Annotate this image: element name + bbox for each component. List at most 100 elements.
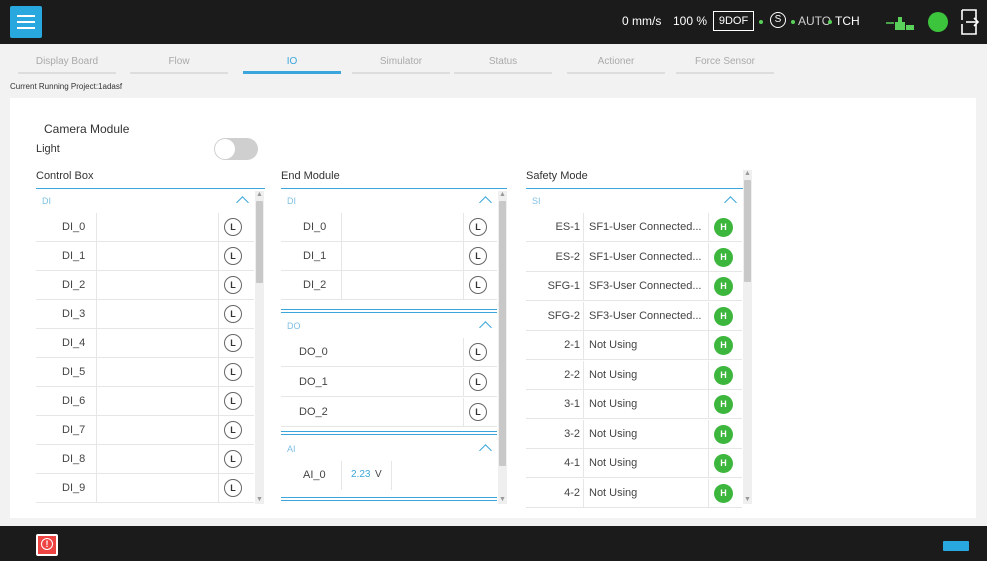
alert-icon[interactable]: ! — [36, 534, 58, 556]
io-row: DI_1 L — [281, 242, 497, 271]
chevron-up-icon[interactable] — [724, 194, 736, 206]
low-level-button[interactable]: L — [224, 218, 242, 236]
column-divider — [708, 242, 709, 272]
scroll-down-icon[interactable]: ▼ — [743, 496, 752, 504]
safety-desc: Not Using — [589, 486, 638, 499]
io-name: DI_1 — [303, 250, 327, 262]
safety-id: 3-1 — [564, 398, 580, 410]
tab-status[interactable]: Status — [454, 44, 552, 78]
low-level-button[interactable]: L — [224, 334, 242, 352]
ai-value: 2.23 — [351, 469, 371, 480]
low-level-button[interactable]: L — [224, 363, 242, 381]
mode-indicator[interactable]: AUTO — [791, 14, 831, 28]
end-module-do-header[interactable]: DO — [281, 316, 497, 338]
tab-simulator[interactable]: Simulator — [352, 44, 450, 78]
column-divider — [583, 331, 584, 360]
io-name: DO_0 — [299, 346, 328, 358]
speed-readout: 0 mm/s — [622, 14, 662, 28]
io-name: DI_2 — [62, 279, 86, 291]
safety-id: 3-2 — [564, 427, 580, 440]
low-level-button[interactable]: L — [224, 305, 242, 323]
chevron-up-icon[interactable] — [236, 194, 248, 206]
logout-icon[interactable] — [958, 8, 980, 36]
toggle-knob — [215, 139, 235, 159]
safety-row: 2-1 Not Using H — [526, 331, 742, 360]
safety-row: 3-2 Not Using H — [526, 419, 742, 449]
io-row: DI_0 L — [281, 213, 497, 242]
chevron-up-icon[interactable] — [479, 319, 491, 331]
safety-row: SFG-1 SF3-User Connected... H — [526, 272, 742, 301]
safety-id: SFG-1 — [547, 280, 580, 292]
scroll-up-icon[interactable]: ▲ — [255, 191, 264, 199]
end-module-scrollbar[interactable]: ▲ ▼ — [498, 191, 507, 504]
low-level-button[interactable]: L — [469, 403, 487, 421]
safety-id: 2-2 — [564, 368, 580, 381]
column-divider — [218, 474, 219, 503]
control-box-di-header[interactable]: DI — [36, 191, 254, 213]
scroll-thumb[interactable] — [499, 201, 506, 466]
low-level-button[interactable]: L — [469, 373, 487, 391]
control-box-scrollbar[interactable]: ▲ ▼ — [255, 191, 264, 504]
safety-desc: SF1-User Connected... — [589, 250, 702, 263]
keyboard-icon[interactable] — [943, 541, 969, 551]
column-divider — [583, 242, 584, 272]
safety-id: 2-1 — [564, 339, 580, 351]
scroll-down-icon[interactable]: ▼ — [255, 496, 264, 504]
safety-mode-scrollbar[interactable]: ▲ ▼ — [743, 170, 752, 504]
scroll-up-icon[interactable]: ▲ — [743, 170, 752, 178]
low-level-button[interactable]: L — [469, 247, 487, 265]
scroll-thumb[interactable] — [256, 201, 263, 283]
tab-force-sensor[interactable]: Force Sensor — [676, 44, 774, 78]
high-level-indicator: H — [714, 218, 733, 237]
low-level-button[interactable]: L — [469, 218, 487, 236]
column-divider — [708, 213, 709, 242]
column-divider — [218, 358, 219, 387]
io-row: DI_6 L — [36, 387, 254, 416]
tab-io[interactable]: IO — [243, 44, 341, 78]
io-row: DO_1 L — [281, 368, 497, 397]
scroll-thumb[interactable] — [744, 180, 751, 282]
low-level-button[interactable]: L — [224, 392, 242, 410]
coordinate-indicator[interactable]: TCH — [828, 14, 860, 28]
column-divider — [708, 419, 709, 449]
tab-flow[interactable]: Flow — [130, 44, 228, 78]
menu-icon[interactable] — [10, 6, 42, 38]
io-name: DO_2 — [299, 406, 328, 418]
safety-id: SFG-2 — [547, 309, 580, 322]
tab-actioner[interactable]: Actioner — [567, 44, 665, 78]
safety-row: ES-1 SF1-User Connected... H — [526, 213, 742, 242]
scroll-up-icon[interactable]: ▲ — [498, 191, 507, 199]
column-divider — [583, 449, 584, 478]
chevron-up-icon[interactable] — [479, 194, 491, 206]
low-level-button[interactable]: L — [224, 450, 242, 468]
low-level-button[interactable]: L — [469, 343, 487, 361]
light-toggle[interactable] — [214, 138, 258, 160]
safety-desc: SF3-User Connected... — [589, 309, 702, 322]
status-indicator-icon[interactable] — [928, 12, 948, 32]
scroll-down-icon[interactable]: ▼ — [498, 496, 507, 504]
control-box-underline — [36, 188, 265, 189]
io-name: DI_9 — [62, 482, 86, 494]
ai-unit: V — [375, 469, 382, 480]
group-label: DI — [287, 196, 296, 206]
io-row: DI_7 L — [36, 416, 254, 445]
low-level-button[interactable]: L — [224, 247, 242, 265]
low-level-button[interactable]: L — [224, 421, 242, 439]
end-module-di-header[interactable]: DI — [281, 191, 497, 213]
column-divider — [583, 360, 584, 390]
low-level-button[interactable]: L — [224, 276, 242, 294]
safety-id: ES-2 — [555, 250, 580, 263]
column-divider — [341, 213, 342, 242]
tab-display-board[interactable]: Display Board — [18, 44, 116, 78]
column-divider — [708, 272, 709, 301]
safety-row: 2-2 Not Using H — [526, 360, 742, 390]
safety-mode-si-header[interactable]: SI — [526, 191, 742, 213]
chevron-up-icon[interactable] — [479, 442, 491, 454]
low-level-button[interactable]: L — [224, 479, 242, 497]
low-level-button[interactable]: L — [469, 276, 487, 294]
end-module-ai-header[interactable]: AI — [281, 439, 497, 461]
column-divider — [218, 445, 219, 474]
column-divider — [708, 390, 709, 419]
io-row: DO_2 L — [281, 398, 497, 427]
column-divider — [463, 338, 464, 367]
